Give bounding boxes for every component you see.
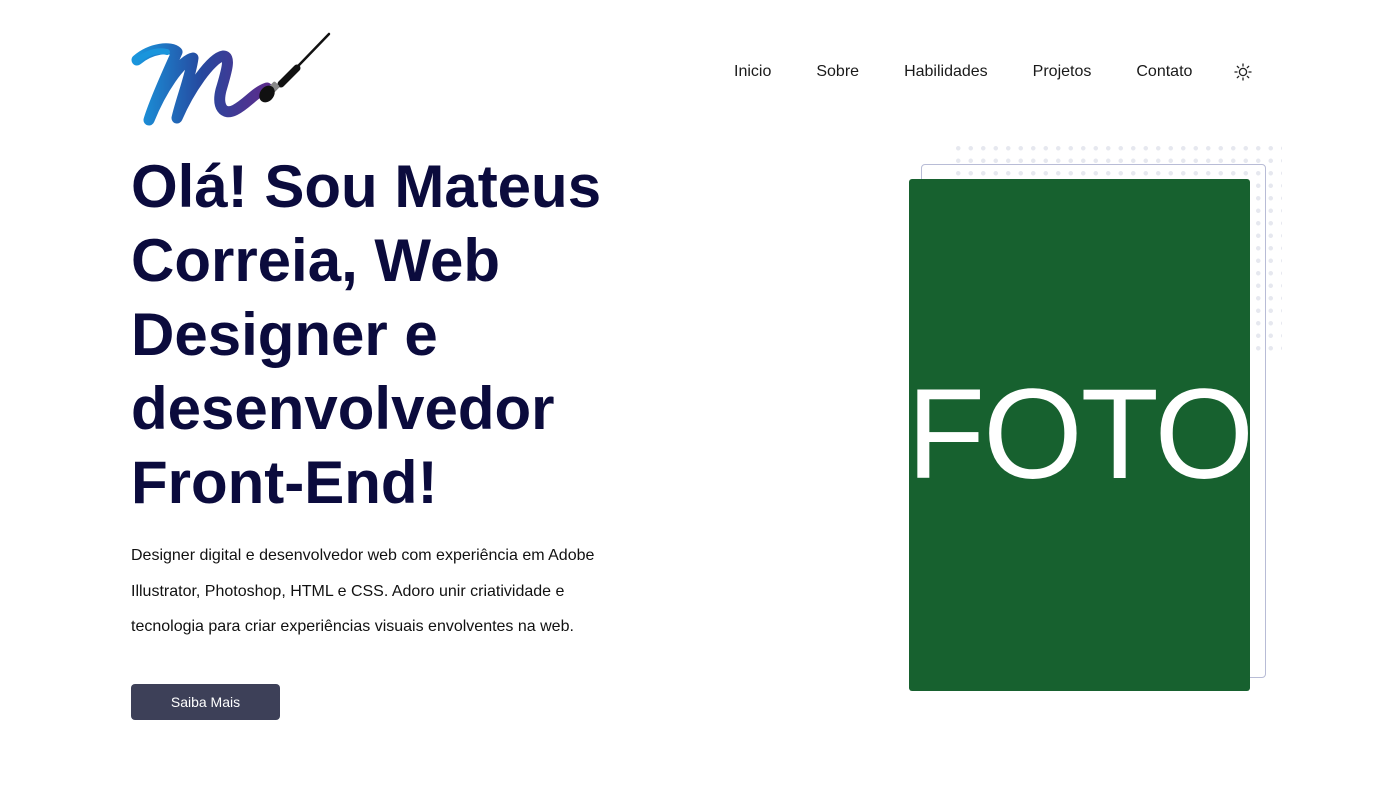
hero-description: Designer digital e desenvolvedor web com… bbox=[131, 547, 595, 635]
photo-label: FOTO bbox=[909, 363, 1250, 506]
nav-item-contato[interactable]: Contato bbox=[1136, 62, 1192, 82]
theme-toggle-button[interactable] bbox=[1234, 63, 1252, 81]
nav-item-sobre[interactable]: Sobre bbox=[816, 62, 859, 82]
saiba-mais-button[interactable]: Saiba Mais bbox=[131, 684, 280, 720]
nav-item-habilidades[interactable]: Habilidades bbox=[904, 62, 988, 82]
nav-item-inicio[interactable]: Inicio bbox=[734, 62, 771, 82]
profile-photo-placeholder: FOTO bbox=[909, 179, 1250, 691]
main-nav: Inicio Sobre Habilidades Projetos Contat… bbox=[734, 62, 1237, 82]
hero-title: Olá! Sou Mateus Correia, Web Designer e … bbox=[131, 153, 602, 516]
brush-m-logo-icon bbox=[131, 32, 331, 126]
nav-item-projetos[interactable]: Projetos bbox=[1033, 62, 1092, 82]
sun-icon bbox=[1234, 63, 1252, 81]
site-logo[interactable] bbox=[131, 30, 331, 130]
